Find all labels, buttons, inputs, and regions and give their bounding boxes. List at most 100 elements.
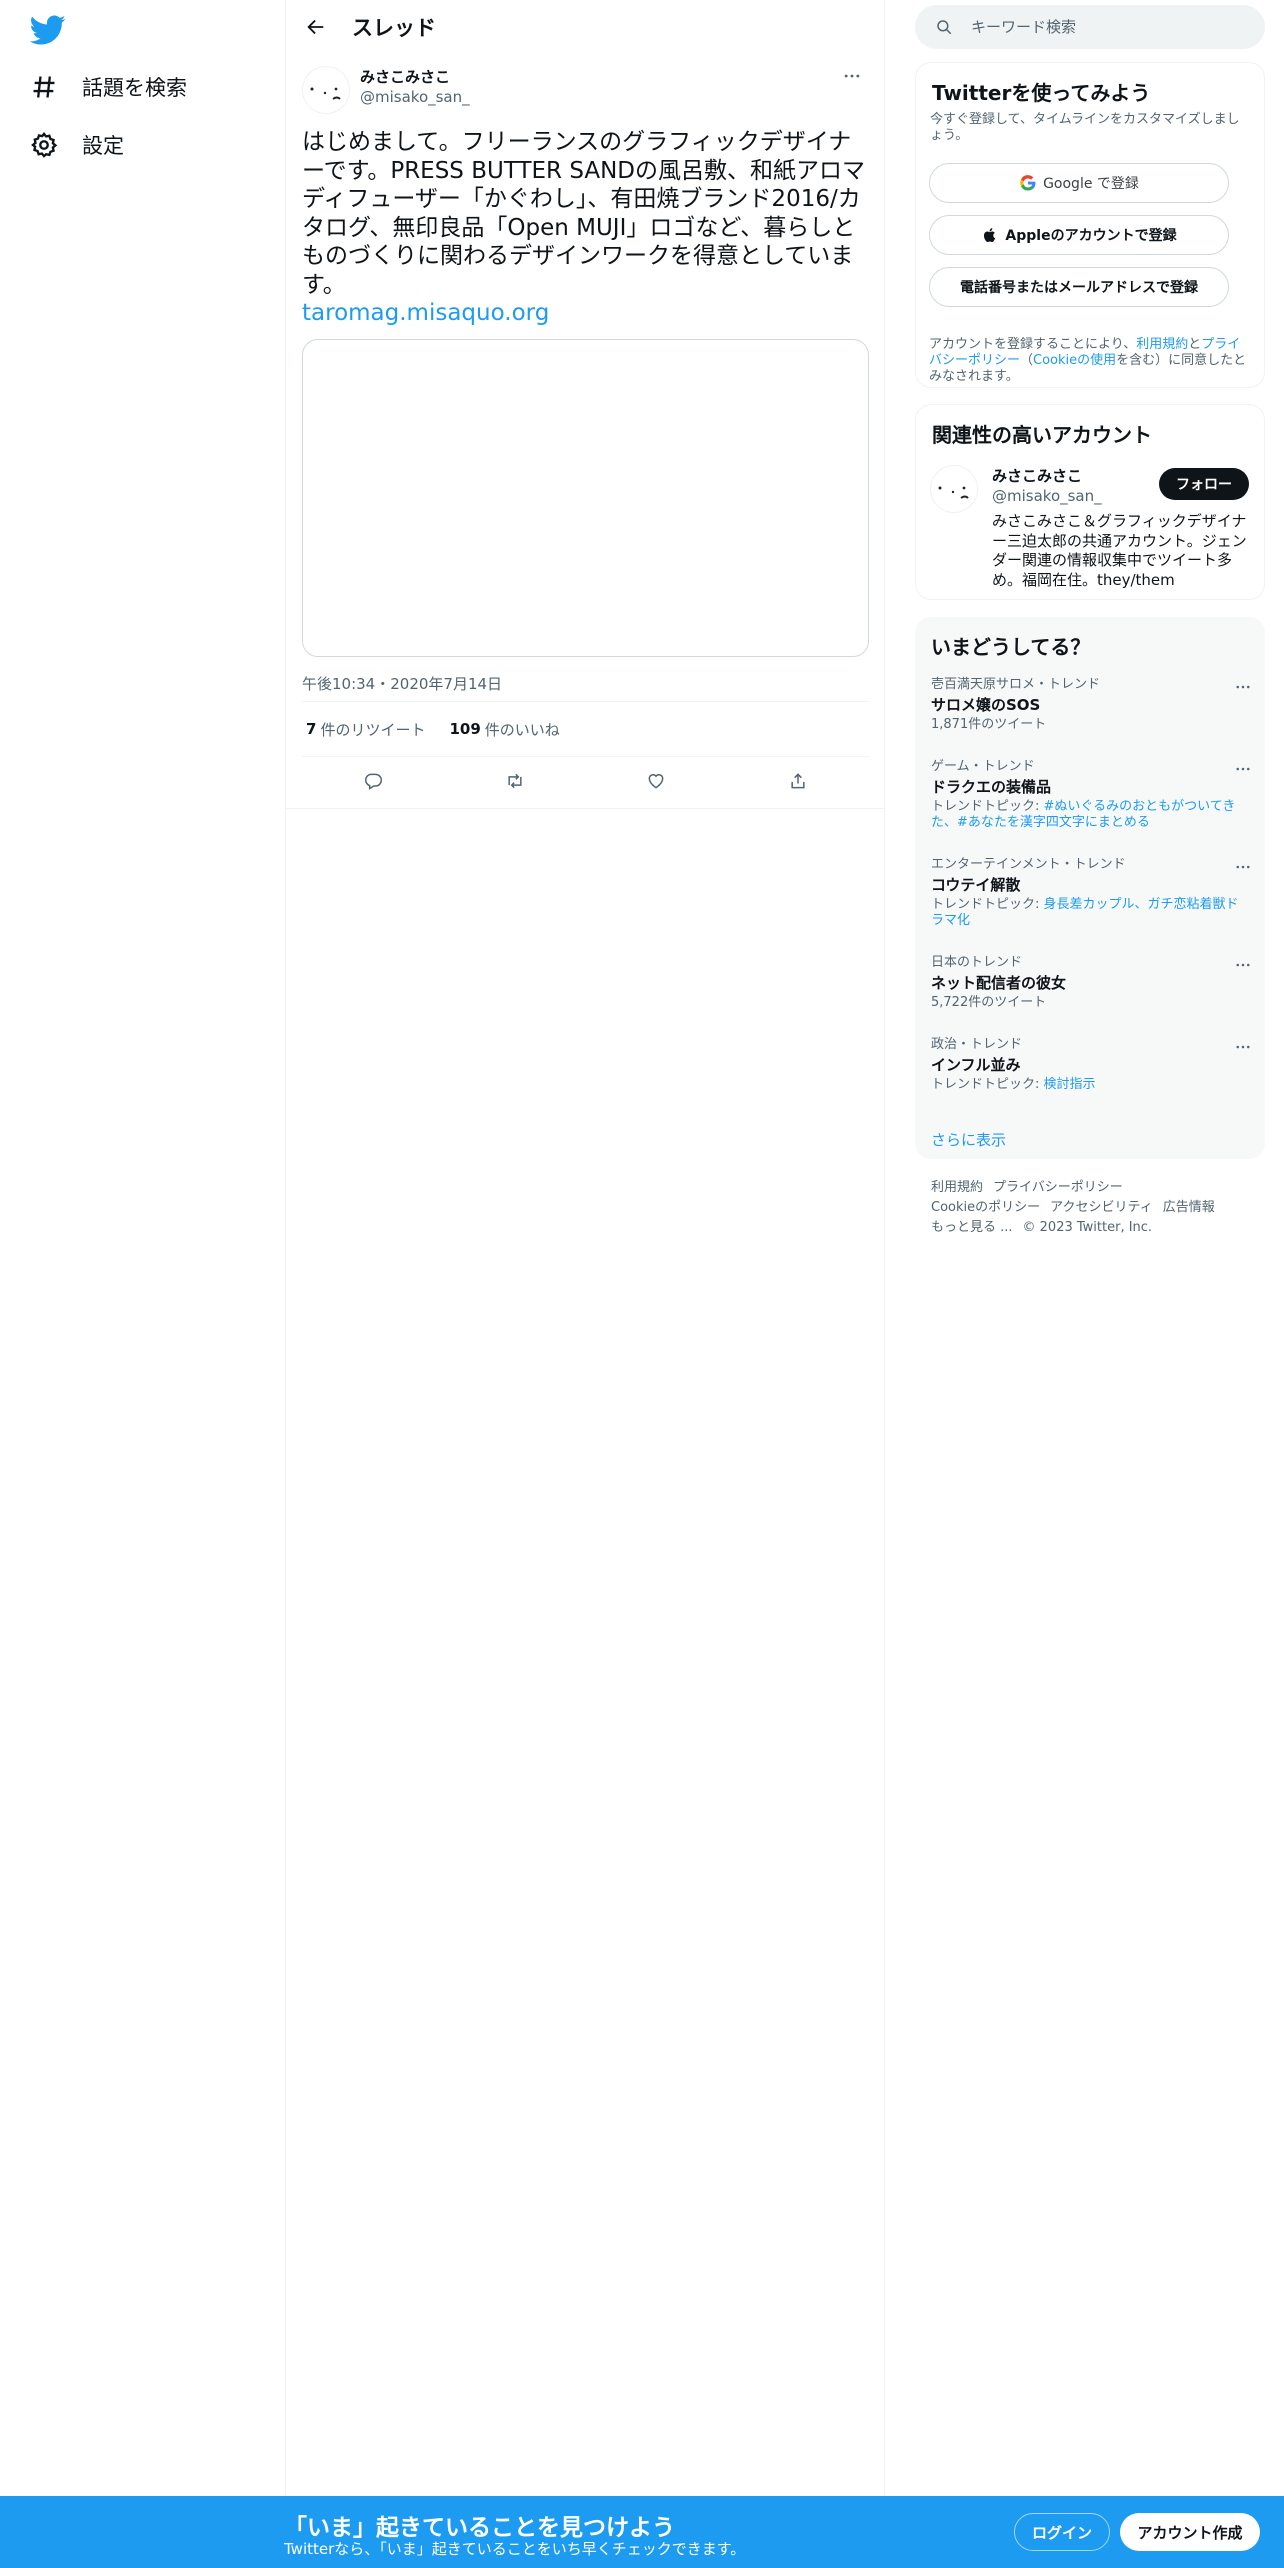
legal-paren: （ [1020, 353, 1034, 368]
link-card[interactable] [302, 339, 869, 657]
trend-meta: ゲーム・トレンド [931, 759, 1035, 774]
avatar[interactable] [302, 66, 350, 114]
hashtag-icon [33, 76, 55, 98]
page-title: スレッド [352, 16, 436, 40]
tweet-stats: 7 件のリツイート 109 件のいいね [302, 702, 869, 756]
gear-icon [31, 132, 58, 158]
signup-subtitle: 今すぐ登録して、タイムラインをカスタマイズしましょう。 [930, 112, 1240, 143]
related-accounts-panel: 関連性の高いアカウント みさこみさこ @misako_san_ フォロー みさこ… [915, 404, 1265, 600]
nav-explore-label: 話題を検索 [82, 76, 187, 100]
left-sidebar: 話題を検索 設定 [0, 0, 286, 2496]
trend-name: ネット配信者の彼女 [931, 974, 1067, 992]
twitter-logo-icon[interactable] [29, 12, 66, 48]
trend-meta: エンターテインメント・トレンド [931, 857, 1126, 872]
apple-signup-button[interactable]: Appleのアカウントで登録 [929, 215, 1229, 255]
trend-meta: 政治・トレンド [931, 1037, 1023, 1052]
trend-more-button[interactable] [1231, 857, 1255, 877]
thread-header: スレッド [286, 0, 885, 54]
tweet-link[interactable]: taromag.misaquo.org [302, 299, 869, 327]
related-account-name[interactable]: みさこみさこ [992, 465, 1082, 486]
create-account-button[interactable]: アカウント作成 [1120, 2513, 1260, 2551]
retweet-count[interactable]: 7 [306, 720, 316, 738]
footer-accessibility-link[interactable]: アクセシビリティ [1050, 1200, 1153, 1215]
login-button[interactable]: ログイン [1014, 2513, 1110, 2551]
footer-privacy-link[interactable]: プライバシーポリシー [993, 1180, 1123, 1195]
trends-title: いまどうしてる？ [931, 635, 1091, 659]
trend-item[interactable]: エンターテインメント・トレンド コウテイ解散 トレンドトピック: 身長差カップル… [931, 857, 1251, 929]
footer-terms-link[interactable]: 利用規約 [931, 1180, 983, 1195]
signup-panel: Twitterを使ってみよう 今すぐ登録して、タイムラインをカスタマイズしましょ… [915, 62, 1265, 388]
retweet-count-label[interactable]: 件のリツイート [320, 719, 425, 740]
trend-item[interactable]: 政治・トレンド インフル並み トレンドトピック: 検討指示 [931, 1037, 1251, 1093]
apple-signup-label: Appleのアカウントで登録 [1005, 228, 1177, 244]
google-signup-button[interactable]: Google で登録 [929, 163, 1229, 203]
author-handle[interactable]: @misako_san_ [360, 88, 470, 106]
search-bar[interactable] [915, 5, 1265, 49]
trend-more-button[interactable] [1231, 759, 1255, 779]
trend-item[interactable]: 壱百満天原サロメ・トレンド サロメ嬢のSOS 1,871件のツイート [931, 677, 1251, 733]
nav-explore[interactable]: 話題を検索 [30, 65, 187, 109]
nav-settings[interactable]: 設定 [30, 123, 124, 167]
nav-settings-label: 設定 [82, 134, 124, 158]
reply-button[interactable] [355, 763, 391, 799]
footer-more-link[interactable]: もっと見る ... [931, 1220, 1013, 1235]
back-button[interactable] [296, 7, 336, 47]
legal-and: と [1188, 337, 1202, 352]
tweet-timestamp[interactable]: 午後10:34・2020年7月14日 [302, 673, 869, 701]
trend-more-button[interactable] [1231, 1037, 1255, 1057]
banner-subtitle: Twitterなら、「いま」起きていることをいち早くチェックできます。 [284, 2540, 746, 2558]
tweet-actions [302, 757, 869, 805]
legal-prefix: アカウントを登録することにより、 [929, 337, 1137, 352]
footer-cookie-link[interactable]: Cookieのポリシー [931, 1200, 1040, 1215]
arrow-left-icon [307, 19, 324, 35]
trend-more-button[interactable] [1231, 955, 1255, 975]
trend-more-button[interactable] [1231, 677, 1255, 697]
trend-name: サロメ嬢のSOS [931, 696, 1041, 714]
trend-item[interactable]: 日本のトレンド ネット配信者の彼女 5,722件のツイート [931, 955, 1251, 1011]
tweet-text: はじめまして。フリーランスのグラフィックデザイナーです。PRESS BUTTER… [302, 129, 866, 298]
google-icon [1020, 175, 1036, 191]
signup-banner: 「いま」起きていることを見つけよう Twitterなら、「いま」起きていることを… [0, 2496, 1284, 2568]
retweet-icon [508, 773, 522, 789]
signup-title: Twitterを使ってみよう [932, 81, 1151, 105]
google-signup-label: Google で登録 [1043, 176, 1139, 192]
related-account-bio: みさこみさこ＆グラフィックデザイナー三迫太郎の共通アカウント。ジェンダー関連の情… [992, 512, 1247, 589]
main-column: スレッド みさこみさこ @misako_san_ はじめまして。フリーランスのグ… [286, 0, 885, 2496]
like-count[interactable]: 109 [449, 720, 480, 738]
trend-meta: 壱百満天原サロメ・トレンド [931, 677, 1101, 692]
footer-ads-link[interactable]: 広告情報 [1163, 1200, 1215, 1215]
footer-copyright: © 2023 Twitter, Inc. [1022, 1220, 1153, 1235]
trend-name: ドラクエの装備品 [931, 778, 1052, 796]
phone-email-signup-button[interactable]: 電話番号またはメールアドレスで登録 [929, 267, 1229, 307]
show-more-link[interactable]: さらに表示 [931, 1129, 1006, 1150]
more-icon [844, 74, 860, 78]
trend-topic-link[interactable]: 検討指示 [1044, 1077, 1096, 1092]
heart-icon [648, 774, 664, 789]
author-name[interactable]: みさこみさこ [360, 66, 450, 87]
related-title: 関連性の高いアカウント [932, 423, 1152, 447]
more-options-button[interactable] [835, 64, 869, 88]
trend-sub: トレンドトピック: 身長差カップル、ガチ恋粘着獣ドラマ化 [931, 897, 1239, 928]
trend-sub: 1,871件のツイート [931, 717, 1047, 732]
signup-legal-text: アカウントを登録することにより、利用規約とプライバシーポリシー（Cookieの使… [929, 337, 1249, 385]
share-button[interactable] [780, 763, 816, 799]
terms-link[interactable]: 利用規約 [1136, 337, 1188, 352]
cookie-link[interactable]: Cookieの使用 [1033, 353, 1116, 368]
divider [286, 808, 885, 809]
trend-meta: 日本のトレンド [931, 955, 1023, 970]
search-input[interactable] [971, 18, 1251, 36]
trend-name: コウテイ解散 [931, 876, 1021, 894]
apple-icon [984, 228, 996, 242]
more-icon [1236, 1045, 1250, 1049]
trend-item[interactable]: ゲーム・トレンド ドラクエの装備品 トレンドトピック: #ぬいぐるみのおともがつ… [931, 759, 1251, 831]
share-icon [791, 773, 805, 789]
search-icon [937, 20, 952, 35]
like-count-label[interactable]: 件のいいね [485, 719, 560, 740]
avatar[interactable] [930, 465, 978, 513]
related-account-handle[interactable]: @misako_san_ [992, 487, 1102, 505]
phone-email-signup-label: 電話番号またはメールアドレスで登録 [960, 280, 1198, 296]
like-button[interactable] [638, 763, 674, 799]
trends-panel: いまどうしてる？ 壱百満天原サロメ・トレンド サロメ嬢のSOS 1,871件のツ… [915, 617, 1265, 1159]
retweet-button[interactable] [497, 763, 533, 799]
follow-button[interactable]: フォロー [1159, 468, 1249, 500]
